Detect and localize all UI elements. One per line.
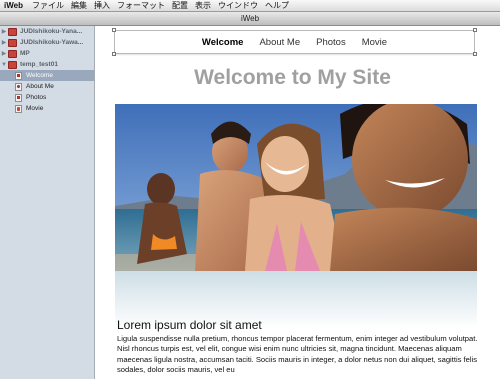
sidebar-page-welcome[interactable]: Welcome <box>0 70 94 81</box>
nav-about-me[interactable]: About Me <box>259 37 300 48</box>
navigation-bar[interactable]: Welcome About Me Photos Movie <box>112 28 477 56</box>
menu-app-iweb[interactable]: iWeb <box>0 0 32 12</box>
resize-handle[interactable] <box>473 28 477 32</box>
about-page-icon <box>15 82 22 91</box>
site-icon <box>8 60 17 69</box>
welcome-page-icon <box>15 71 22 80</box>
sidebar-page-label: Welcome <box>26 72 53 79</box>
sidebar-page-label: Movie <box>26 105 44 112</box>
menu-edit[interactable]: 編集 <box>71 0 94 12</box>
movie-page-icon <box>15 104 22 113</box>
sidebar-page-label: Photos <box>26 94 47 101</box>
sidebar-site-label: JUDIshikoku-Yana... <box>20 28 83 35</box>
photos-page-icon <box>15 93 22 102</box>
sidebar-site-3[interactable]: ▶ MP <box>0 48 94 59</box>
disclosure-triangle-icon[interactable]: ▶ <box>0 39 8 46</box>
disclosure-triangle-icon[interactable]: ▶ <box>0 28 8 35</box>
sidebar-site-2[interactable]: ▶ JUDIshikoku-Yawa... <box>0 37 94 48</box>
menu-window[interactable]: ウインドウ <box>218 0 265 12</box>
sidebar-site-4[interactable]: ▼ temp_test01 <box>0 59 94 70</box>
site-icon <box>8 27 17 36</box>
menu-bar: iWeb ファイル 編集 挿入 フォーマット 配置 表示 ウインドウ ヘルプ <box>0 0 500 12</box>
menu-format[interactable]: フォーマット <box>117 0 172 12</box>
page-canvas: Welcome About Me Photos Movie Welcome to… <box>95 26 500 379</box>
menu-insert[interactable]: 挿入 <box>94 0 117 12</box>
window-title: iWeb <box>240 14 260 23</box>
nav-welcome[interactable]: Welcome <box>202 37 244 48</box>
hero-photo[interactable] <box>115 104 477 271</box>
nav-photos[interactable]: Photos <box>316 37 346 48</box>
sidebar-page-label: About Me <box>26 83 54 90</box>
sidebar-site-label: JUDIshikoku-Yawa... <box>20 39 84 46</box>
sidebar-site-label: MP <box>20 50 30 57</box>
nav-shadow <box>114 54 475 56</box>
menu-view[interactable]: 表示 <box>195 0 218 12</box>
beach-people-photo <box>115 104 477 271</box>
menu-help[interactable]: ヘルプ <box>265 0 296 12</box>
sidebar-page-movie[interactable]: Movie <box>0 103 94 114</box>
disclosure-triangle-open-icon[interactable]: ▼ <box>0 62 8 68</box>
resize-handle[interactable] <box>112 28 116 32</box>
content-body[interactable]: Ligula suspendisse nulla pretium, rhoncu… <box>117 334 489 375</box>
page-title[interactable]: Welcome to My Site <box>95 66 490 90</box>
window-title-bar: iWeb <box>0 12 500 26</box>
sidebar-site-label: temp_test01 <box>20 61 58 68</box>
menu-arrange[interactable]: 配置 <box>172 0 195 12</box>
menu-file[interactable]: ファイル <box>32 0 71 12</box>
sidebar-page-photos[interactable]: Photos <box>0 92 94 103</box>
sidebar-page-about-me[interactable]: About Me <box>0 81 94 92</box>
content-heading[interactable]: Lorem ipsum dolor sit amet <box>117 318 262 332</box>
disclosure-triangle-icon[interactable]: ▶ <box>0 50 8 57</box>
sidebar: ▶ JUDIshikoku-Yana... ▶ JUDIshikoku-Yawa… <box>0 26 95 379</box>
site-icon <box>8 49 17 58</box>
nav-movie[interactable]: Movie <box>362 37 387 48</box>
site-icon <box>8 38 17 47</box>
sidebar-site-1[interactable]: ▶ JUDIshikoku-Yana... <box>0 26 94 37</box>
